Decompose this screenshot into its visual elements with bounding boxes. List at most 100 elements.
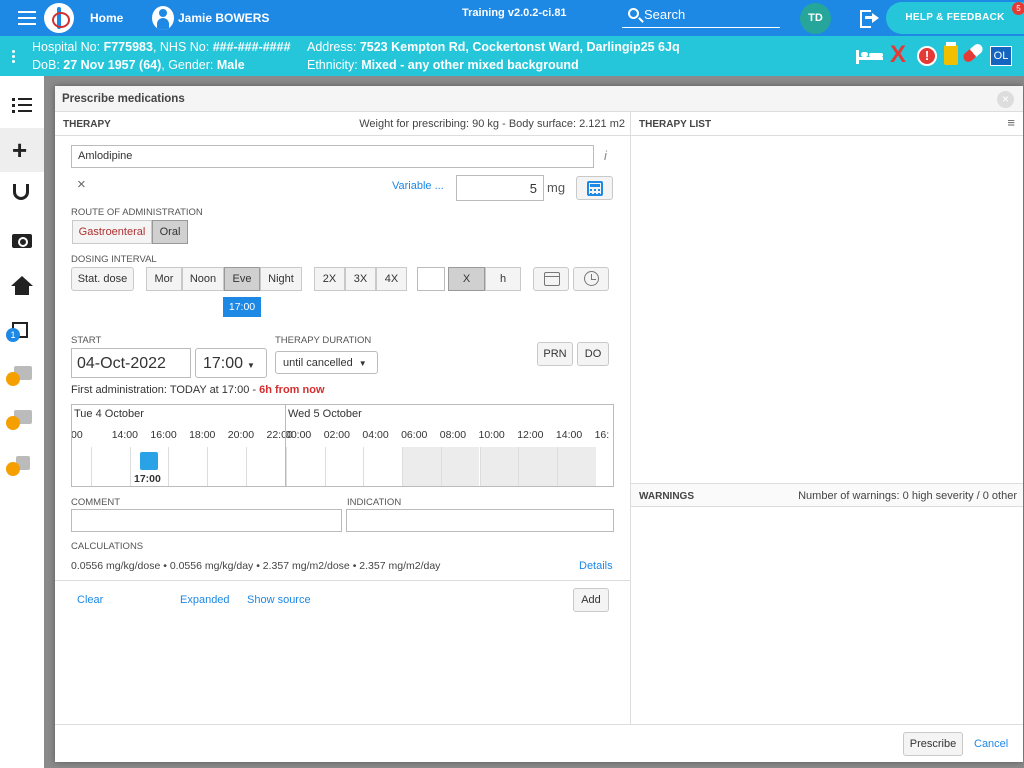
expanded-link[interactable]: Expanded: [180, 594, 230, 606]
clear-link[interactable]: Clear: [77, 594, 103, 606]
first-admin-text: First administration: TODAY at 17:00 -: [71, 384, 257, 396]
time-mor[interactable]: Mor: [146, 267, 182, 291]
freq-3x[interactable]: 3X: [345, 267, 376, 291]
home-link[interactable]: Home: [90, 11, 123, 25]
show-source-link[interactable]: Show source: [247, 594, 311, 606]
time-eve[interactable]: Eve: [224, 267, 260, 291]
patient-icon: [152, 6, 174, 30]
ethnicity: Mixed - any other mixed background: [361, 58, 579, 72]
time-noon[interactable]: Noon: [182, 267, 224, 291]
chevron-down-icon: ▼: [358, 359, 367, 368]
timeline-day-1: Tue 4 October: [74, 408, 144, 420]
calendar-button[interactable]: [533, 267, 569, 291]
calculator-button[interactable]: [576, 176, 613, 200]
interval-times-toggle[interactable]: X: [448, 267, 485, 291]
app-logo: [44, 3, 74, 33]
timeline-slot[interactable]: [402, 447, 441, 486]
calculations-label: CALCULATIONS: [71, 541, 144, 552]
prn-button[interactable]: PRN: [537, 342, 573, 366]
therapy-list-menu-icon[interactable]: ≡: [1007, 115, 1015, 130]
duration-select[interactable]: until cancelled ▼: [275, 351, 378, 374]
warning-icon[interactable]: !: [917, 46, 937, 66]
timeline-slot[interactable]: [168, 447, 207, 486]
eve-time-tooltip[interactable]: 17:00: [223, 297, 261, 317]
start-time-select[interactable]: 17:00 ▼: [195, 348, 267, 378]
details-link[interactable]: Details: [579, 560, 613, 572]
first-administration: First administration: TODAY at 17:00 - 6…: [71, 384, 325, 396]
time-night[interactable]: Night: [260, 267, 302, 291]
gender: Male: [216, 58, 245, 72]
schedule-button[interactable]: [573, 267, 609, 291]
bed-icon[interactable]: [856, 48, 884, 64]
prescribe-dialog: Prescribe medications × THERAPY Weight f…: [55, 86, 1023, 762]
comment-label: COMMENT: [71, 497, 121, 508]
route-label: ROUTE OF ADMINISTRATION: [71, 207, 203, 218]
interval-number-input[interactable]: [417, 267, 445, 291]
prescribe-button[interactable]: Prescribe: [903, 732, 963, 756]
timeline-slot[interactable]: [91, 447, 130, 486]
timeline-slot[interactable]: [286, 447, 325, 486]
close-icon[interactable]: ×: [997, 91, 1014, 108]
dosing-interval-label: DOSING INTERVAL: [71, 254, 157, 265]
indication-field[interactable]: [346, 509, 614, 532]
medication-bottle-icon[interactable]: [944, 42, 958, 65]
hospital-no: F775983: [103, 40, 153, 54]
do-button[interactable]: DO: [577, 342, 609, 366]
timeline-slot[interactable]: [207, 447, 246, 486]
search-placeholder: Search: [644, 7, 686, 22]
user-avatar[interactable]: TD: [800, 3, 831, 34]
stat-dose-button[interactable]: Stat. dose: [71, 267, 134, 291]
lock-icon: [6, 416, 20, 430]
timeline-slot[interactable]: [440, 447, 480, 486]
address: 7523 Kempton Rd, Cockertonst Ward, Darli…: [359, 40, 680, 54]
address-line: Address: 7523 Kempton Rd, Cockertonst Wa…: [307, 40, 680, 54]
timeline-hour-label: 14:00: [111, 429, 138, 441]
logout-icon[interactable]: [860, 10, 880, 28]
pill-icon[interactable]: [961, 42, 985, 64]
therapy-title: THERAPY: [63, 119, 111, 130]
therapy-duration-label: THERAPY DURATION: [275, 335, 372, 346]
interval-hours-toggle[interactable]: h: [485, 267, 521, 291]
start-date-input[interactable]: 04-Oct-2022: [71, 348, 191, 378]
timeline-slot[interactable]: [245, 447, 285, 486]
nav-list[interactable]: [0, 84, 44, 128]
timeline-slot[interactable]: [363, 447, 402, 486]
timeline-slot[interactable]: [324, 447, 364, 486]
search-input[interactable]: Search: [622, 4, 780, 28]
timeline-slot[interactable]: [518, 447, 557, 486]
medication-field[interactable]: Amlodipine: [71, 145, 594, 168]
dose-input[interactable]: 5: [456, 175, 544, 201]
camera-icon[interactable]: [12, 234, 32, 248]
scheduled-dose-time: 17:00: [134, 473, 161, 485]
freq-4x[interactable]: 4X: [376, 267, 407, 291]
cross-alert-icon[interactable]: X: [890, 42, 906, 68]
timeline-slot[interactable]: [479, 447, 519, 486]
info-icon[interactable]: i: [604, 148, 607, 163]
first-admin-highlight: 6h from now: [259, 384, 325, 396]
freq-2x[interactable]: 2X: [314, 267, 345, 291]
patient-name[interactable]: Jamie BOWERS: [178, 11, 269, 25]
timeline-hour-label: 06:00: [401, 429, 428, 441]
route-gastroenteral[interactable]: Gastroenteral: [72, 220, 152, 244]
ol-badge[interactable]: OL: [990, 46, 1012, 66]
cancel-link[interactable]: Cancel: [974, 738, 1008, 750]
clear-medication-icon[interactable]: ×: [77, 176, 86, 193]
house-icon[interactable]: [11, 276, 33, 295]
start-time-value: 17:00: [203, 355, 244, 372]
variable-link[interactable]: Variable ...: [392, 180, 444, 192]
kebab-menu-icon[interactable]: [12, 50, 16, 65]
help-feedback-button[interactable]: HELP & FEEDBACK: [886, 2, 1024, 34]
timeline-slot[interactable]: [556, 447, 596, 486]
add-button[interactable]: Add: [573, 588, 609, 612]
dob-label: DoB:: [32, 58, 60, 72]
day-separator: [285, 405, 286, 486]
route-oral[interactable]: Oral: [152, 220, 188, 244]
scheduled-dose-marker[interactable]: [140, 452, 158, 470]
nhs-no-label: , NHS No:: [152, 40, 210, 54]
menu-icon[interactable]: [18, 11, 36, 25]
timeline-hour-label: 08:00: [439, 429, 467, 441]
ethnicity-line: Ethnicity: Mixed - any other mixed backg…: [307, 58, 579, 72]
stethoscope-icon[interactable]: [13, 184, 29, 200]
comment-field[interactable]: [71, 509, 342, 532]
calendar-icon: [544, 272, 560, 286]
